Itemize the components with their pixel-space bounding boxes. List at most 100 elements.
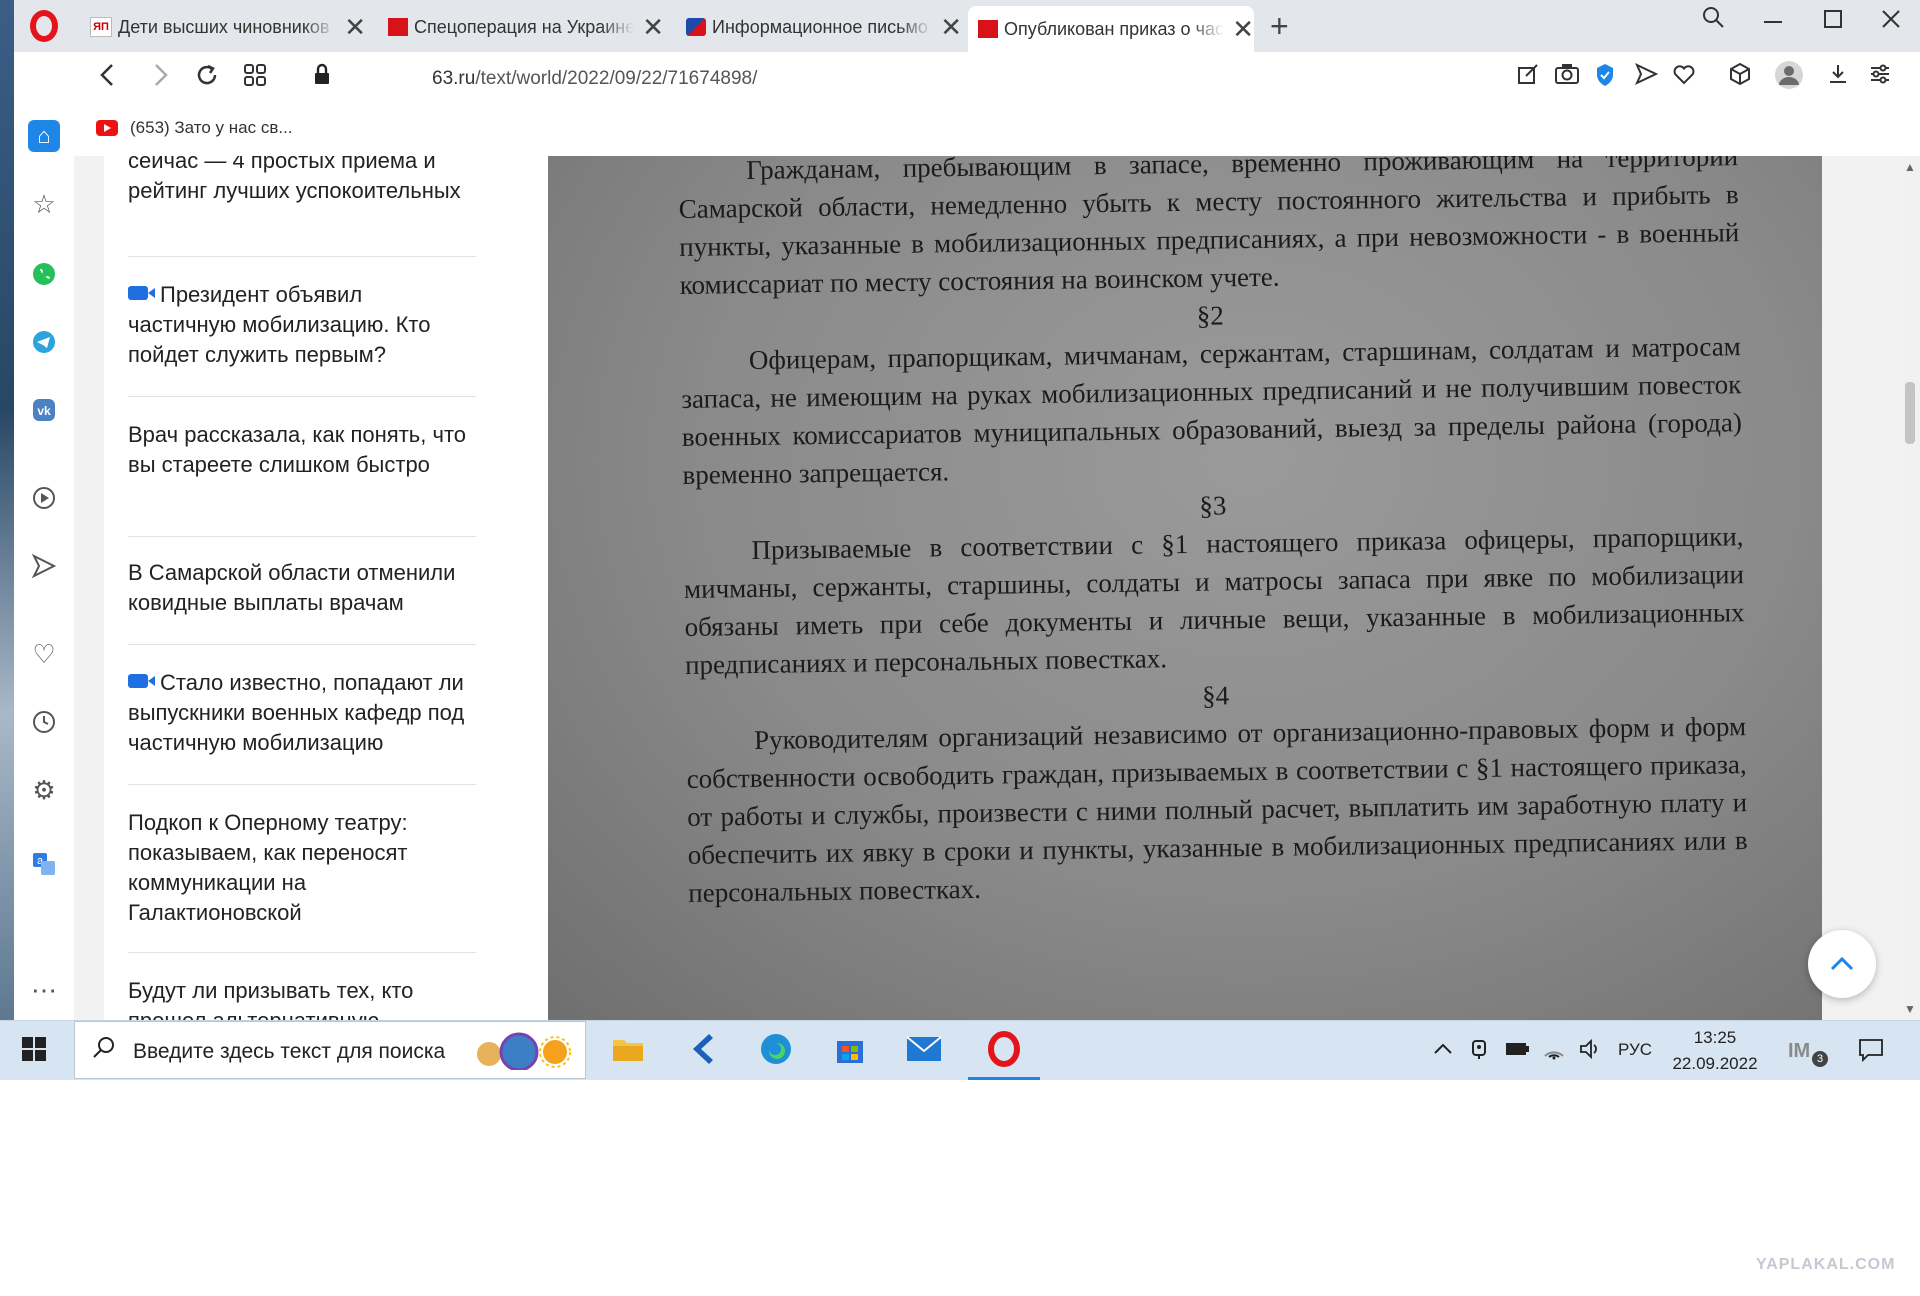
- minimize-button[interactable]: [1762, 8, 1784, 37]
- youtube-icon: [96, 120, 118, 136]
- send-icon[interactable]: [1634, 62, 1659, 93]
- extensions-cube-icon[interactable]: [1728, 62, 1752, 93]
- more-icon[interactable]: ⋯: [28, 974, 60, 1006]
- history-icon[interactable]: [28, 706, 60, 738]
- news-item[interactable]: Врач рассказала, как понять, что вы стар…: [128, 420, 476, 480]
- search-icon: [91, 1034, 117, 1067]
- taskbar-search-box[interactable]: Введите здесь текст для поиска: [74, 1021, 586, 1079]
- forward-button[interactable]: [148, 62, 172, 95]
- lock-icon[interactable]: [312, 62, 332, 95]
- windows-taskbar: Введите здесь текст для поиска РУС 13:25…: [0, 1020, 1920, 1080]
- scroll-to-top-button[interactable]: [1808, 930, 1876, 998]
- notification-logo-icon[interactable]: IM: [1786, 1035, 1816, 1069]
- new-tab-button[interactable]: +: [1270, 8, 1289, 45]
- microsoft-store-icon[interactable]: [832, 1031, 868, 1067]
- site-favicon-icon: [686, 18, 706, 36]
- notification-count-badge: 3: [1812, 1051, 1828, 1067]
- wifi-icon[interactable]: [1542, 1038, 1566, 1066]
- easy-setup-icon[interactable]: [1868, 62, 1892, 93]
- news-feed: сейчас — 4 простых приема и рейтинг лучш…: [104, 156, 548, 1020]
- news-item[interactable]: сейчас — 4 простых приема и рейтинг лучш…: [128, 156, 476, 206]
- telegram-icon[interactable]: [28, 326, 60, 358]
- search-tabs-icon[interactable]: [1700, 4, 1726, 37]
- mail-icon[interactable]: [906, 1031, 942, 1067]
- input-language[interactable]: РУС: [1618, 1040, 1652, 1060]
- close-icon[interactable]: ✕: [642, 14, 664, 40]
- opera-taskbar-icon[interactable]: [986, 1031, 1022, 1067]
- action-center-icon[interactable]: [1858, 1038, 1884, 1068]
- download-icon[interactable]: [1826, 62, 1850, 93]
- paragraph-1: Гражданам, пребывающим в запасе, временн…: [678, 156, 1740, 300]
- scrollbar[interactable]: ▲ ▼: [1900, 156, 1920, 1020]
- player-icon[interactable]: [28, 482, 60, 514]
- url-path: /text/world/2022/09/22/71674898/: [475, 68, 758, 89]
- battery-icon[interactable]: [1504, 1038, 1530, 1066]
- whatsapp-icon[interactable]: [28, 258, 60, 290]
- maximize-button[interactable]: [1822, 8, 1844, 37]
- bookmark-label: (653) Зато у нас св...: [130, 118, 293, 137]
- vpn-shield-icon[interactable]: [1594, 62, 1616, 95]
- close-icon[interactable]: ✕: [940, 14, 962, 40]
- clock[interactable]: 13:25 22.09.2022: [1670, 1025, 1760, 1077]
- tab-3[interactable]: Информационное письмо ✕: [676, 6, 962, 48]
- settings-icon[interactable]: ⚙: [28, 774, 60, 806]
- news-item[interactable]: Президент объявил частичную мобилизацию.…: [128, 280, 476, 370]
- share-icon[interactable]: [1516, 62, 1540, 93]
- volume-icon[interactable]: [1578, 1038, 1602, 1066]
- app-arrow-icon[interactable]: [684, 1031, 720, 1067]
- bookmarks-bar: (653) Зато у нас св...: [74, 106, 1920, 157]
- vk-icon[interactable]: vk: [28, 394, 60, 426]
- tab-2[interactable]: Спецоперация на Украине ✕: [378, 6, 664, 48]
- document-text: Гражданам, пребывающим в запасе, временн…: [678, 156, 1748, 912]
- scroll-down-arrow-icon[interactable]: ▼: [1904, 1002, 1916, 1016]
- star-icon[interactable]: ☆: [28, 188, 60, 220]
- video-camera-icon: [128, 674, 155, 688]
- clock-date: 22.09.2022: [1672, 1054, 1758, 1073]
- tab-4-active[interactable]: Опубликован приказ о частичной ✕: [968, 6, 1254, 52]
- news-item[interactable]: Стало известно, попадают ли выпускники в…: [128, 668, 476, 758]
- scrollbar-thumb[interactable]: [1905, 382, 1915, 444]
- profile-avatar[interactable]: [1774, 60, 1804, 97]
- opera-logo-icon: [30, 10, 58, 42]
- back-button[interactable]: [96, 62, 120, 95]
- send-icon[interactable]: [28, 550, 60, 582]
- scroll-up-arrow-icon[interactable]: ▲: [1904, 160, 1916, 174]
- heart-icon[interactable]: ♡: [28, 638, 60, 670]
- address-bar[interactable]: 63.ru/text/world/2022/09/22/71674898/: [432, 68, 757, 90]
- news-item[interactable]: В Самарской области отменили ковидные вы…: [128, 558, 476, 618]
- heart-icon[interactable]: [1672, 62, 1696, 93]
- divider: [128, 256, 476, 257]
- paragraph-2: Офицерам, прапорщикам, мичманам, сержант…: [681, 331, 1743, 490]
- site-favicon-icon: [388, 18, 408, 36]
- desktop-wallpaper-strip: [0, 0, 14, 1020]
- opera-sidebar: ⌂ ☆ vk ♡ ⚙ a ⋯: [14, 106, 74, 1020]
- search-placeholder: Введите здесь текст для поиска: [133, 1040, 446, 1063]
- reload-button[interactable]: [194, 62, 220, 95]
- opera-menu-button[interactable]: [14, 0, 74, 52]
- clock-time: 13:25: [1693, 1028, 1737, 1047]
- divider: [128, 396, 476, 397]
- windows-start-icon[interactable]: [16, 1031, 52, 1067]
- snapshot-camera-icon[interactable]: [1554, 62, 1580, 93]
- file-explorer-icon[interactable]: [610, 1031, 646, 1067]
- close-icon[interactable]: ✕: [344, 14, 366, 40]
- close-icon[interactable]: ✕: [1232, 16, 1254, 42]
- tab-1[interactable]: ЯП Дети высших чиновников ✕: [80, 6, 366, 48]
- svg-text:vk: vk: [37, 404, 51, 418]
- watermark-text: YAPLAKAL.COM: [1756, 1256, 1896, 1273]
- divider: [128, 644, 476, 645]
- tab-title: Дети высших чиновников: [118, 16, 330, 37]
- news-item[interactable]: Будут ли призывать тех, кто прошел альте…: [128, 976, 476, 1020]
- edge-browser-icon[interactable]: [758, 1031, 794, 1067]
- tab-title: Спецоперация на Украине: [414, 16, 635, 37]
- close-window-button[interactable]: [1880, 8, 1902, 37]
- news-item[interactable]: Подкоп к Оперному театру: показываем, ка…: [128, 808, 476, 928]
- webcam-icon[interactable]: [1468, 1038, 1490, 1066]
- show-hidden-icons-chevron-icon[interactable]: [1432, 1038, 1454, 1066]
- speed-dial-icon[interactable]: [242, 62, 268, 95]
- divider: [128, 784, 476, 785]
- news-text: В Самарской области отменили ковидные вы…: [128, 560, 456, 615]
- home-icon[interactable]: ⌂: [28, 120, 60, 152]
- divider: [128, 952, 476, 953]
- translate-icon[interactable]: a: [28, 848, 60, 880]
